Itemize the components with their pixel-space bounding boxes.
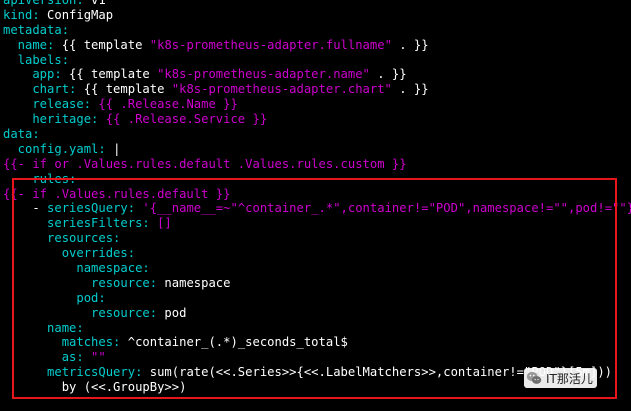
code-token: {{ template [76,82,172,97]
code-token: {{ .Release.Service }} [98,112,268,127]
code-token: "k8s-prometheus-adapter.fullname" [149,37,392,52]
code-token: "k8s-prometheus-adapter.chart" [171,82,392,97]
code-token: ConfigMap [39,7,114,22]
code-token: v1 [83,0,106,7]
code-token: {{ template [54,37,150,52]
code-line: config.yaml: | [0,142,631,157]
code-token: . }} [369,67,407,82]
code-line: heritage: {{ .Release.Service }} [0,112,631,127]
code-token: kind: [3,7,40,22]
wechat-icon [526,371,542,384]
code-line: labels: [0,53,631,68]
code-line: {{- if or .Values.rules.default .Values.… [0,157,631,172]
watermark: IT那活儿 [524,368,597,388]
code-line: apiVersion: v1 [0,0,631,8]
code-line: name: {{ template "k8s-prometheus-adapte… [0,38,631,53]
code-line: app: {{ template "k8s-prometheus-adapter… [0,67,631,82]
highlight-box [12,178,617,399]
code-line: data: [0,127,631,142]
code-token: data: [3,127,40,142]
code-token: | [105,141,121,156]
code-token: chart: [3,82,77,97]
code-token: config.yaml: [3,141,106,156]
code-token: {{ template [61,67,158,82]
code-token: "k8s-prometheus-adapter.name" [157,67,370,82]
code-line: chart: {{ template "k8s-prometheus-adapt… [0,82,631,97]
code-token: app: [3,67,62,82]
watermark-text: IT那活儿 [546,371,593,386]
code-token: . }} [391,82,429,97]
code-token: release: [3,97,92,112]
code-token: {{ .Release.Name }} [91,97,238,112]
code-line: metadata: [0,23,631,38]
code-token: apiVersion: [3,0,84,7]
code-token: labels: [3,52,70,67]
code-token: name: [3,37,55,52]
code-token: metadata: [3,22,70,37]
code-line: release: {{ .Release.Name }} [0,97,631,112]
code-line: kind: ConfigMap [0,8,631,23]
code-token: heritage: [3,112,99,127]
code-token: {{- if or .Values.rules.default .Values.… [3,156,407,171]
code-token: . }} [391,37,429,52]
